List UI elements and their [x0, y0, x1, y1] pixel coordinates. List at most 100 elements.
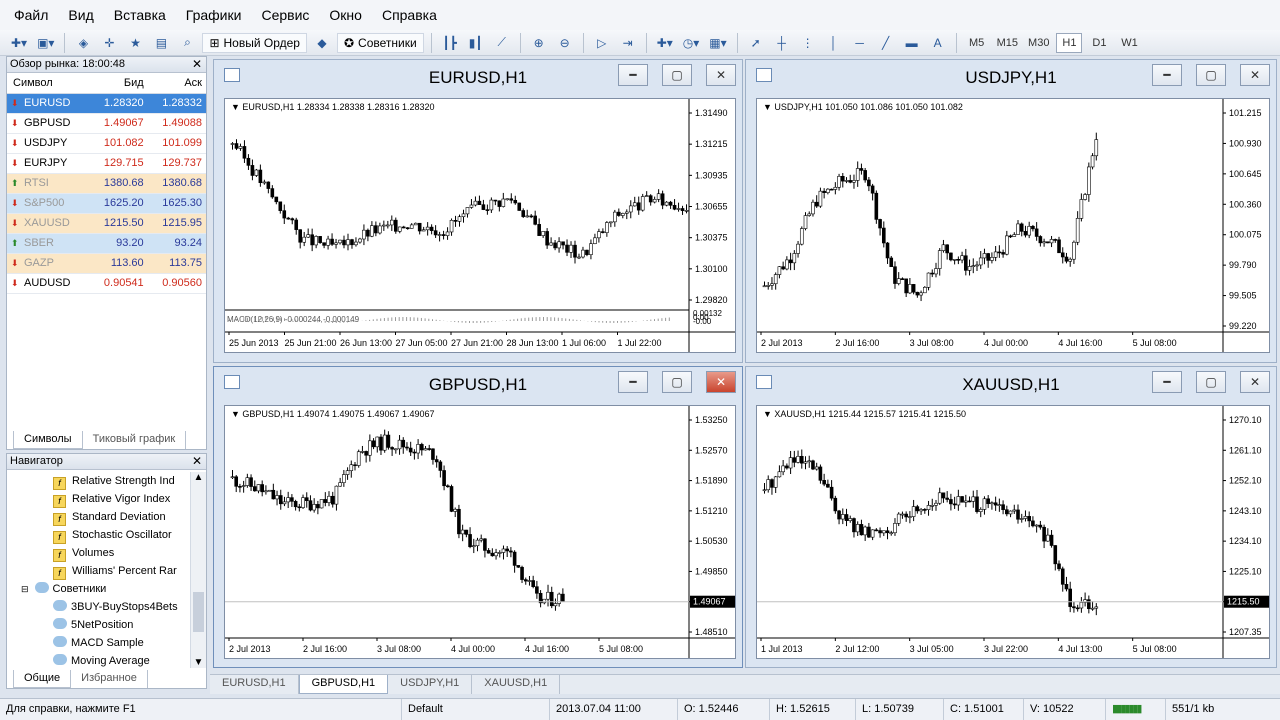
- symbol-cell[interactable]: ⬆ RTSI: [7, 173, 90, 194]
- close-button[interactable]: ✕: [706, 64, 736, 86]
- minimize-button[interactable]: ━: [618, 371, 648, 393]
- close-icon[interactable]: ✕: [192, 57, 202, 72]
- chart-window-titlebar[interactable]: XAUUSD,H1 ━ ▢ ✕: [746, 367, 1276, 397]
- market-watch-row[interactable]: ⬇ USDJPY 101.082 101.099: [7, 133, 206, 154]
- chart-tab-gbpusd[interactable]: GBPUSD,H1: [298, 675, 389, 694]
- zoom-out-icon[interactable]: ⊖: [554, 33, 576, 53]
- timeframe-m30[interactable]: M30: [1025, 33, 1052, 53]
- chart-tab-eurusd[interactable]: EURUSD,H1: [210, 675, 299, 694]
- maximize-button[interactable]: ▢: [1196, 64, 1226, 86]
- navigator-item[interactable]: f Williams' Percent Rar: [7, 562, 187, 580]
- maximize-button[interactable]: ▢: [662, 371, 692, 393]
- chart-window-gbpusd[interactable]: GBPUSD,H1 ━ ▢ ✕ ▼ GBPUSD,H1 1.49074 1.4907…: [213, 366, 743, 668]
- symbol-cell[interactable]: ⬇ EURUSD: [7, 93, 90, 114]
- chart-tab-usdjpy[interactable]: USDJPY,H1: [388, 675, 473, 694]
- trendline-icon[interactable]: ╱: [875, 33, 897, 53]
- navigator-item[interactable]: 5NetPosition: [7, 616, 187, 634]
- symbol-cell[interactable]: ⬇ GBPUSD: [7, 113, 90, 134]
- navigator-item[interactable]: 3BUY-BuyStops4Bets: [7, 598, 187, 616]
- profiles-icon[interactable]: ▣▾: [34, 33, 57, 53]
- market-watch-row[interactable]: ⬇ S&P500 1625.20 1625.30: [7, 193, 206, 214]
- menu-insert[interactable]: Вставка: [104, 7, 176, 23]
- tab-tick-chart[interactable]: Тиковый график: [83, 431, 187, 449]
- price-chart[interactable]: ▼ GBPUSD,H1 1.49074 1.49075 1.49067 1.49…: [224, 405, 736, 659]
- col-ask[interactable]: Аск: [147, 73, 206, 94]
- symbol-cell[interactable]: ⬇ AUDUSD: [7, 273, 90, 294]
- new-order-button[interactable]: ⊞ Новый Ордер: [202, 32, 307, 53]
- market-watch-row[interactable]: ⬇ XAUUSD 1215.50 1215.95: [7, 213, 206, 234]
- menu-tools[interactable]: Сервис: [251, 7, 319, 23]
- metaeditor-icon[interactable]: ◆: [311, 33, 333, 53]
- timeframe-w1[interactable]: W1: [1116, 33, 1142, 53]
- collapse-icon[interactable]: ⊟: [21, 584, 29, 594]
- symbol-cell[interactable]: ⬇ XAUUSD: [7, 213, 90, 234]
- minimize-button[interactable]: ━: [1152, 371, 1182, 393]
- navigator-item[interactable]: f Volumes: [7, 544, 187, 562]
- maximize-button[interactable]: ▢: [662, 64, 692, 86]
- horizontal-line-icon[interactable]: ─: [849, 33, 871, 53]
- navigator-item[interactable]: f Standard Deviation: [7, 508, 187, 526]
- chart-window-titlebar[interactable]: USDJPY,H1 ━ ▢ ✕: [746, 60, 1276, 90]
- chart-tab-xauusd[interactable]: XAUUSD,H1: [472, 675, 561, 694]
- price-chart[interactable]: ▼ XAUUSD,H1 1215.44 1215.57 1215.41 1215…: [756, 405, 1270, 659]
- timeframe-m5[interactable]: M5: [964, 33, 990, 53]
- chart-window-titlebar[interactable]: GBPUSD,H1 ━ ▢ ✕: [214, 367, 742, 397]
- cursor-icon[interactable]: ➚: [745, 33, 767, 53]
- navigator-item[interactable]: ⊟ Советники: [7, 580, 187, 598]
- candle-chart-icon[interactable]: ▮┃: [465, 33, 487, 53]
- crosshair-icon[interactable]: ┼: [771, 33, 793, 53]
- menu-file[interactable]: Файл: [4, 7, 58, 23]
- data-window-icon[interactable]: ✛: [98, 33, 120, 53]
- vertical-line-icon[interactable]: │: [823, 33, 845, 53]
- menu-window[interactable]: Окно: [319, 7, 372, 23]
- terminal-icon[interactable]: ▤: [150, 33, 172, 53]
- timeframe-h1[interactable]: H1: [1056, 32, 1083, 53]
- zoom-in-icon[interactable]: ⊕: [528, 33, 550, 53]
- symbol-cell[interactable]: ⬇ GAZP: [7, 253, 90, 274]
- tab-favorites[interactable]: Избранное: [71, 670, 148, 688]
- navigator-item[interactable]: f Stochastic Oscillator: [7, 526, 187, 544]
- bar-chart-icon[interactable]: ┃┣: [439, 33, 461, 53]
- rectangle-tool-icon[interactable]: ▬: [901, 33, 923, 53]
- tab-general[interactable]: Общие: [13, 670, 72, 688]
- market-watch-row[interactable]: ⬆ SBER 93.20 93.24: [7, 233, 206, 254]
- navigator-icon[interactable]: ★: [124, 33, 146, 53]
- navigator-item[interactable]: f Relative Strength Ind: [7, 472, 187, 490]
- periods-icon[interactable]: ◷▾: [680, 33, 703, 53]
- chart-window-titlebar[interactable]: EURUSD,H1 ━ ▢ ✕: [214, 60, 742, 90]
- chart-window-usdjpy[interactable]: USDJPY,H1 ━ ▢ ✕ ▼ USDJPY,H1 101.050 101.08…: [745, 59, 1277, 363]
- indicators-icon[interactable]: ✚▾: [654, 33, 676, 53]
- market-watch-row[interactable]: ⬇ AUDUSD 0.90541 0.90560: [7, 273, 206, 294]
- col-symbol[interactable]: Символ: [7, 73, 90, 94]
- minimize-button[interactable]: ━: [618, 64, 648, 86]
- navigator-item[interactable]: f Relative Vigor Index: [7, 490, 187, 508]
- close-button[interactable]: ✕: [706, 371, 736, 393]
- grid-tool-icon[interactable]: ⋮: [797, 33, 819, 53]
- market-watch-row[interactable]: ⬇ EURUSD 1.28320 1.28332: [7, 93, 206, 114]
- text-tool-icon[interactable]: A: [927, 33, 949, 53]
- timeframe-d1[interactable]: D1: [1086, 33, 1112, 53]
- maximize-button[interactable]: ▢: [1196, 371, 1226, 393]
- symbol-cell[interactable]: ⬇ USDJPY: [7, 133, 90, 154]
- market-watch-row[interactable]: ⬇ GAZP 113.60 113.75: [7, 253, 206, 274]
- scroll-up-icon[interactable]: ▲: [191, 472, 206, 483]
- chart-window-eurusd[interactable]: EURUSD,H1 ━ ▢ ✕ ▼ EURUSD,H1 1.28334 1.2833…: [213, 59, 743, 363]
- market-watch-row[interactable]: ⬆ RTSI 1380.68 1380.68: [7, 173, 206, 194]
- close-button[interactable]: ✕: [1240, 371, 1270, 393]
- menu-view[interactable]: Вид: [58, 7, 103, 23]
- new-chart-icon[interactable]: ✚▾: [8, 33, 30, 53]
- price-chart[interactable]: ▼ EURUSD,H1 1.28334 1.28338 1.28316 1.28…: [224, 98, 736, 353]
- symbol-cell[interactable]: ⬇ S&P500: [7, 193, 90, 214]
- minimize-button[interactable]: ━: [1152, 64, 1182, 86]
- experts-button[interactable]: ✪ Советники: [336, 32, 424, 53]
- market-watch-row[interactable]: ⬇ EURJPY 129.715 129.737: [7, 153, 206, 174]
- line-chart-icon[interactable]: ⟋: [491, 33, 513, 53]
- menu-help[interactable]: Справка: [372, 7, 447, 23]
- autoscroll-icon[interactable]: ▷: [591, 33, 613, 53]
- timeframe-m15[interactable]: M15: [994, 33, 1021, 53]
- symbol-cell[interactable]: ⬆ SBER: [7, 233, 90, 254]
- scroll-down-icon[interactable]: ▼: [191, 657, 206, 668]
- market-watch-row[interactable]: ⬇ GBPUSD 1.49067 1.49088: [7, 113, 206, 134]
- navigator-item[interactable]: MACD Sample: [7, 634, 187, 652]
- tester-icon[interactable]: ⌕: [176, 33, 198, 53]
